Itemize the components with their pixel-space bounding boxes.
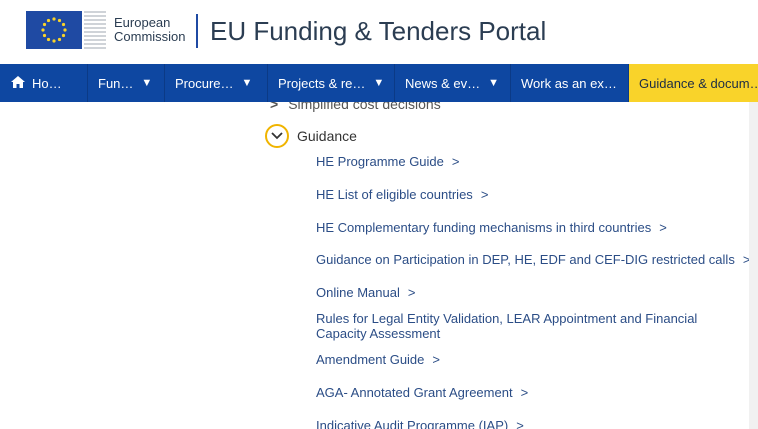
nav-news-label: News & ev… — [405, 75, 481, 91]
ec-logo[interactable]: European Commission — [26, 10, 186, 50]
nav-home[interactable]: Ho… — [0, 64, 88, 102]
link-label: Online Manual — [316, 285, 400, 300]
link-label: Rules for Legal Entity Validation, LEAR … — [316, 311, 698, 341]
chevron-right-icon: > — [520, 385, 529, 400]
link-label: Amendment Guide — [316, 352, 425, 367]
nav-projects[interactable]: Projects & re… ▼ — [268, 64, 395, 102]
main-nav: Ho… Fun… ▼ Procure… ▼ Projects & re… ▼ N… — [0, 64, 758, 102]
nav-news[interactable]: News & ev… ▼ — [395, 64, 511, 102]
nav-procurement[interactable]: Procure… ▼ — [165, 64, 268, 102]
chevron-right-icon: > — [432, 352, 440, 367]
link-label: HE Complementary funding mechanisms in t… — [316, 220, 652, 235]
chevron-right-icon: > — [270, 102, 279, 112]
chevron-right-icon: > — [480, 187, 489, 202]
nav-guidance-label: Guidance & docum… — [639, 75, 758, 91]
chevron-right-icon: > — [516, 418, 524, 429]
nav-funding[interactable]: Fun… ▼ — [88, 64, 165, 102]
nav-funding-label: Fun… — [98, 75, 134, 91]
faded-item-label: Simplified cost decisions — [288, 102, 441, 112]
header-separator — [196, 14, 198, 48]
link-label: Indicative Audit Programme (IAP) — [316, 418, 509, 429]
link-he-eligible-countries[interactable]: HE List of eligible countries > — [316, 187, 488, 202]
nav-work-label: Work as an ex… — [521, 75, 617, 91]
scrollbar[interactable] — [749, 102, 758, 429]
caret-down-icon: ▼ — [373, 77, 385, 89]
nav-home-label: Ho… — [32, 75, 62, 91]
guidance-section-toggle[interactable]: Guidance — [265, 124, 357, 148]
chevron-right-icon: > — [659, 220, 667, 235]
nav-procurement-label: Procure… — [175, 75, 234, 91]
link-he-programme-guide[interactable]: HE Programme Guide > — [316, 154, 459, 169]
caret-down-icon: ▼ — [241, 77, 253, 89]
nav-guidance[interactable]: Guidance & docum… — [629, 64, 758, 102]
ec-line2: Commission — [114, 29, 186, 44]
link-rules-legal-entity-validation[interactable]: Rules for Legal Entity Validation, LEAR … — [316, 311, 748, 341]
eu-flag-icon — [26, 11, 82, 49]
link-label: Guidance on Participation in DEP, HE, ED… — [316, 252, 735, 267]
link-online-manual[interactable]: Online Manual > — [316, 285, 415, 300]
home-icon — [10, 75, 26, 92]
faded-menu-item[interactable]: > Simplified cost decisions — [270, 102, 441, 112]
guidance-label: Guidance — [297, 128, 357, 144]
caret-down-icon: ▼ — [488, 77, 500, 89]
link-label: AGA- Annotated Grant Agreement — [316, 385, 513, 400]
chevron-right-icon: > — [451, 154, 460, 169]
nav-projects-label: Projects & re… — [278, 75, 366, 91]
nav-work-as-expert[interactable]: Work as an ex… — [511, 64, 629, 102]
link-label: HE Programme Guide — [316, 154, 444, 169]
link-label: HE List of eligible countries — [316, 187, 473, 202]
chevron-down-icon[interactable] — [265, 124, 289, 148]
ec-name: European Commission — [114, 16, 186, 44]
main-content: > Simplified cost decisions Guidance HE … — [0, 102, 758, 429]
caret-down-icon: ▼ — [141, 77, 153, 89]
link-he-complementary-funding[interactable]: HE Complementary funding mechanisms in t… — [316, 220, 667, 235]
portal-title[interactable]: EU Funding & Tenders Portal — [210, 16, 546, 46]
site-header: European Commission EU Funding & Tenders… — [0, 0, 758, 58]
link-indicative-audit-programme[interactable]: Indicative Audit Programme (IAP) > — [316, 418, 524, 429]
logo-stripes — [84, 11, 106, 49]
link-aga[interactable]: AGA- Annotated Grant Agreement > — [316, 385, 528, 400]
chevron-right-icon: > — [407, 285, 416, 300]
link-amendment-guide[interactable]: Amendment Guide > — [316, 352, 440, 367]
link-participation-restricted-calls[interactable]: Guidance on Participation in DEP, HE, ED… — [316, 252, 750, 267]
ec-line1: European — [114, 15, 171, 30]
